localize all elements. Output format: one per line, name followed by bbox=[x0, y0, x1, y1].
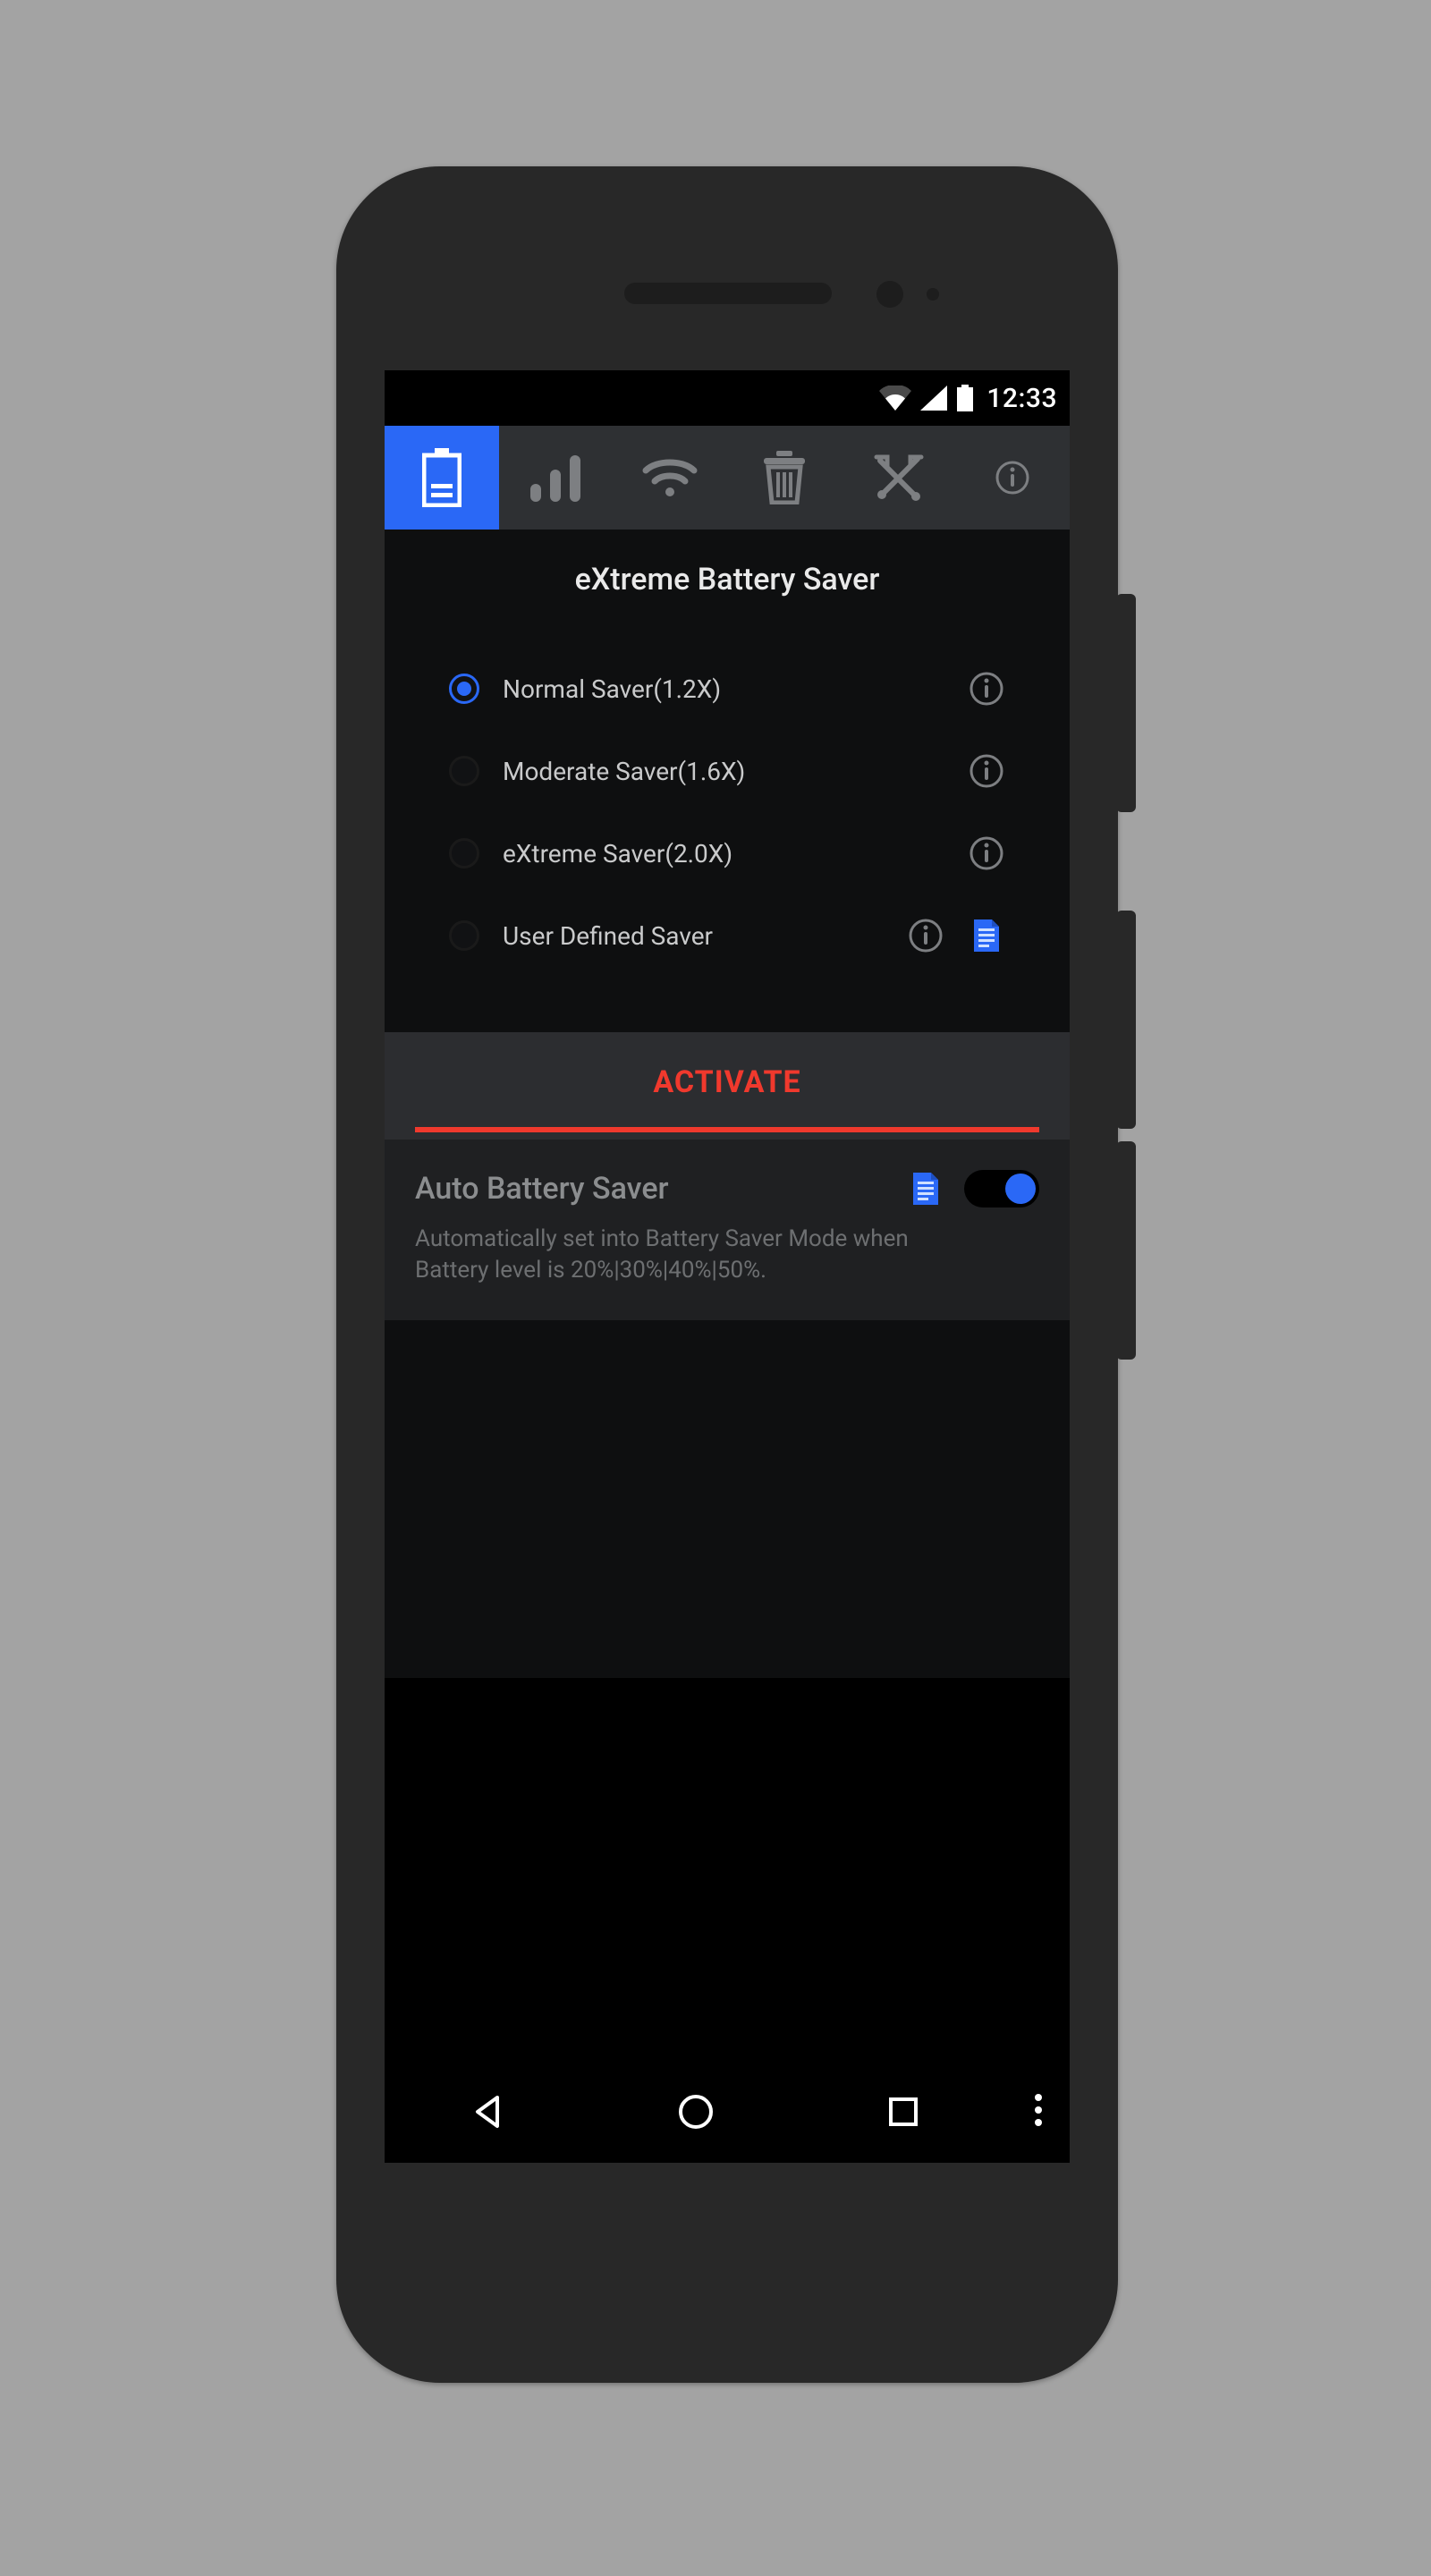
option-info-button[interactable] bbox=[968, 835, 1005, 872]
option-extreme-saver[interactable]: eXtreme Saver(2.0X) bbox=[449, 812, 1005, 894]
screen: 12:33 bbox=[385, 370, 1070, 2163]
nav-menu-button[interactable] bbox=[1007, 2092, 1070, 2131]
auto-saver-settings-button[interactable] bbox=[907, 1170, 944, 1208]
status-clock: 12:33 bbox=[986, 383, 1057, 414]
tab-signal[interactable] bbox=[499, 426, 614, 530]
option-label: User Defined Saver bbox=[503, 921, 884, 951]
nav-recents-button[interactable] bbox=[800, 2096, 1007, 2128]
cell-signal-icon bbox=[920, 386, 947, 411]
radio-icon bbox=[449, 920, 479, 951]
main-panel: eXtreme Battery Saver Normal Saver(1.2X) bbox=[385, 530, 1070, 1678]
phone-frame: 12:33 bbox=[336, 166, 1118, 2383]
status-bar: 12:33 bbox=[385, 370, 1070, 426]
radio-icon bbox=[449, 756, 479, 786]
battery-icon bbox=[956, 385, 974, 411]
tab-wifi[interactable] bbox=[613, 426, 727, 530]
more-vert-icon bbox=[1033, 2092, 1044, 2131]
option-info-button[interactable] bbox=[968, 752, 1005, 790]
tab-battery[interactable] bbox=[385, 426, 499, 530]
crossed-tools-icon bbox=[873, 452, 925, 504]
hw-front-camera bbox=[876, 281, 903, 308]
option-label: eXtreme Saver(2.0X) bbox=[503, 839, 944, 869]
saver-mode-options: Normal Saver(1.2X) Moderate Sav bbox=[385, 648, 1070, 1032]
empty-area bbox=[385, 1320, 1070, 1678]
page-title: eXtreme Battery Saver bbox=[385, 530, 1070, 648]
option-normal-saver[interactable]: Normal Saver(1.2X) bbox=[449, 648, 1005, 730]
option-info-button[interactable] bbox=[907, 917, 944, 954]
hw-volume-up-button[interactable] bbox=[1116, 911, 1136, 1129]
tab-tools[interactable] bbox=[842, 426, 956, 530]
nav-back-button[interactable] bbox=[385, 2094, 592, 2130]
home-icon bbox=[677, 2093, 715, 2131]
back-icon bbox=[470, 2094, 506, 2130]
toggle-knob bbox=[1005, 1174, 1036, 1204]
hw-sensor bbox=[927, 288, 939, 301]
tab-info[interactable] bbox=[955, 426, 1070, 530]
trash-icon bbox=[760, 451, 809, 504]
auto-battery-saver-card: Auto Battery Saver bbox=[385, 1140, 1070, 1320]
auto-saver-toggle[interactable] bbox=[964, 1170, 1039, 1208]
activate-button[interactable]: ACTIVATE bbox=[385, 1032, 1070, 1140]
android-nav-bar bbox=[385, 2061, 1070, 2163]
option-label: Normal Saver(1.2X) bbox=[503, 674, 944, 704]
radio-icon bbox=[449, 838, 479, 869]
tab-bar bbox=[385, 426, 1070, 530]
auto-saver-description: Automatically set into Battery Saver Mod… bbox=[415, 1224, 916, 1286]
edit-profile-button[interactable] bbox=[968, 917, 1005, 954]
option-info-button[interactable] bbox=[968, 670, 1005, 708]
tab-trash[interactable] bbox=[727, 426, 842, 530]
info-icon bbox=[995, 460, 1030, 496]
activate-underline bbox=[415, 1127, 1039, 1132]
hw-speaker bbox=[624, 283, 832, 304]
auto-saver-title: Auto Battery Saver bbox=[415, 1171, 907, 1207]
wifi-icon bbox=[879, 386, 911, 411]
nav-home-button[interactable] bbox=[592, 2093, 800, 2131]
option-label: Moderate Saver(1.6X) bbox=[503, 757, 944, 786]
hw-power-button[interactable] bbox=[1116, 594, 1136, 812]
signal-bars-icon bbox=[530, 453, 582, 502]
option-user-defined-saver[interactable]: User Defined Saver bbox=[449, 894, 1005, 977]
hw-volume-down-button[interactable] bbox=[1116, 1141, 1136, 1360]
wifi-icon bbox=[640, 456, 699, 499]
battery-icon bbox=[422, 448, 461, 507]
radio-icon bbox=[449, 674, 479, 704]
activate-label: ACTIVATE bbox=[415, 1064, 1039, 1100]
option-moderate-saver[interactable]: Moderate Saver(1.6X) bbox=[449, 730, 1005, 812]
recents-icon bbox=[887, 2096, 919, 2128]
